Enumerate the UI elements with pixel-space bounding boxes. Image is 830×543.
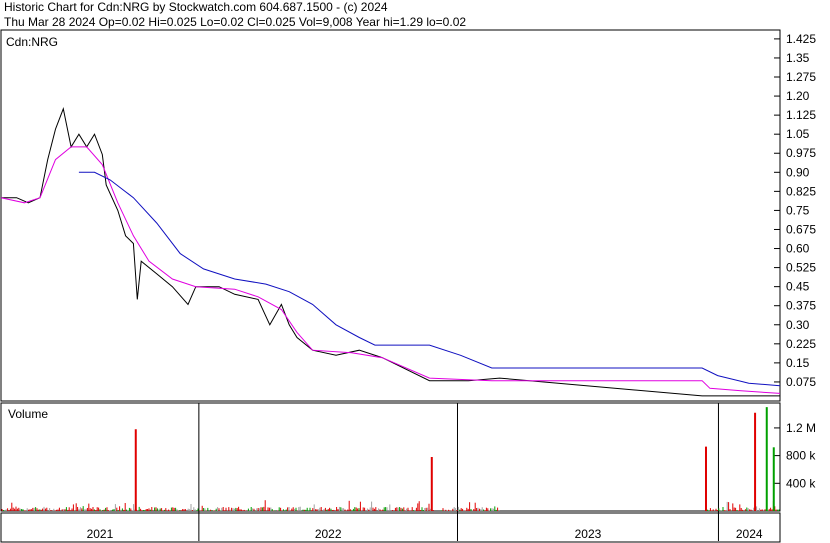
long-moving-average-line <box>78 171 781 387</box>
price-tick-label: 1.05 <box>786 127 810 141</box>
volume-tick-label: 1.2 M <box>786 421 816 435</box>
price-tick-label: 0.075 <box>786 375 816 389</box>
price-tick-label: 1.425 <box>786 32 816 46</box>
volume-panel <box>0 402 781 512</box>
price-tick-label: 0.675 <box>786 222 816 236</box>
year-label: 2021 <box>87 527 114 541</box>
price-tick-label: 0.975 <box>786 146 816 160</box>
price-tick-label: 0.15 <box>786 356 810 370</box>
price-tick-label: 0.525 <box>786 261 816 275</box>
price-tick-label: 0.90 <box>786 165 810 179</box>
year-label: 2023 <box>575 527 602 541</box>
price-tick-label: 0.225 <box>786 337 816 351</box>
price-tick-label: 0.45 <box>786 280 810 294</box>
price-line <box>1 107 780 397</box>
price-tick-label: 1.275 <box>786 70 816 84</box>
volume-label: Volume <box>8 407 48 421</box>
volume-bars <box>1 407 780 511</box>
stock-chart: 1.425 1.35 1.275 1.20 1.125 1.05 0.975 0.90 0.82… <box>0 29 816 543</box>
symbol-label: Cdn:NRG <box>6 35 58 49</box>
timeline-panel <box>0 512 781 543</box>
price-tick-label: 1.20 <box>786 89 810 103</box>
price-tick-label: 0.60 <box>786 242 810 256</box>
price-tick-label: 0.30 <box>786 318 810 332</box>
price-tick-label: 0.75 <box>786 203 810 217</box>
price-tick-label: 0.825 <box>786 184 816 198</box>
price-tick-label: 0.375 <box>786 299 816 313</box>
price-tick-label: 1.35 <box>786 51 810 65</box>
price-tick-label: 1.125 <box>786 108 816 122</box>
short-moving-average-line <box>0 146 781 394</box>
year-label: 2024 <box>736 527 763 541</box>
volume-tick-label: 400 k <box>786 476 816 490</box>
volume-tick-label: 800 k <box>786 449 816 463</box>
year-label: 2022 <box>315 527 342 541</box>
